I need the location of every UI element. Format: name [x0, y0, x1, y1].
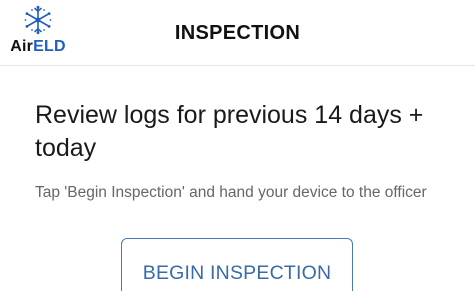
begin-inspection-button[interactable]: BEGIN INSPECTION [121, 238, 353, 291]
inspection-headline: Review logs for previous 14 days + today [35, 101, 424, 162]
page-title: INSPECTION [174, 22, 301, 44]
inspection-screen: AirELD INSPECTION Review logs for previo… [0, 0, 475, 291]
inspection-instruction: Tap 'Begin Inspection' and hand your dev… [35, 184, 427, 201]
app-header: AirELD INSPECTION [0, 0, 475, 66]
